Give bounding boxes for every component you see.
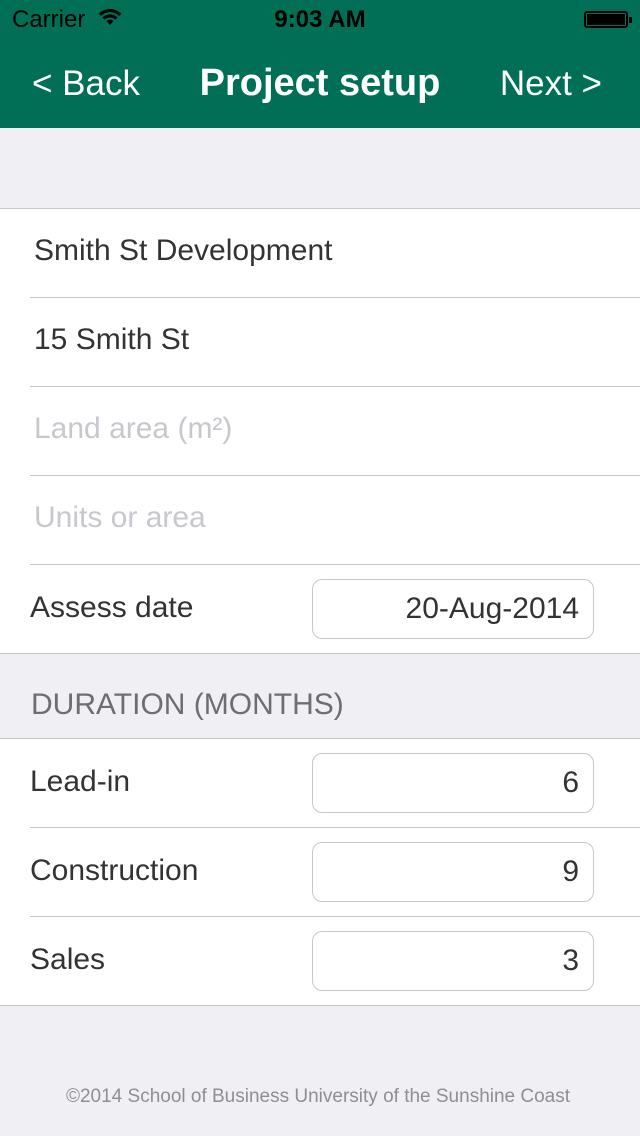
copyright-footer: ©2014 School of Business University of t… [65,1086,571,1107]
address-row[interactable]: 15 Smith St [30,298,640,387]
clock: 9:03 AM [274,6,366,33]
lead-in-label: Lead-in [30,765,131,798]
lead-in-row: Lead-in 6 [30,739,640,828]
construction-label: Construction [30,854,199,887]
units-row[interactable]: Units or area [30,476,640,565]
assess-date-label: Assess date [30,591,194,624]
address-input[interactable]: 15 Smith St [34,323,189,357]
battery-icon [584,11,632,28]
lead-in-field[interactable]: 6 [312,753,594,813]
project-details-group: Smith St Development 15 Smith St Land ar… [0,208,640,654]
project-name-row[interactable]: Smith St Development [30,209,640,298]
status-bar: Carrier 9:03 AM [0,0,640,40]
next-button[interactable]: Next > [500,64,602,104]
land-area-row[interactable]: Land area (m²) [30,387,640,476]
construction-field[interactable]: 9 [312,842,594,902]
back-button[interactable]: < Back [32,64,140,104]
sales-row: Sales 3 [30,917,640,1005]
assess-date-row: Assess date 20-Aug-2014 [30,565,640,653]
sales-field[interactable]: 3 [312,931,594,991]
construction-row: Construction 9 [30,828,640,917]
project-name-input[interactable]: Smith St Development [34,234,332,268]
sales-label: Sales [30,943,106,976]
assess-date-field[interactable]: 20-Aug-2014 [312,579,594,639]
duration-group: Lead-in 6 Construction 9 Sales 3 [0,738,640,1006]
navigation-bar: Carrier 9:03 AM < Back Project setup Nex… [0,0,640,128]
land-area-input[interactable]: Land area (m²) [34,412,232,446]
units-input[interactable]: Units or area [34,501,206,535]
duration-section-header: DURATION (MONTHS) [31,688,344,721]
